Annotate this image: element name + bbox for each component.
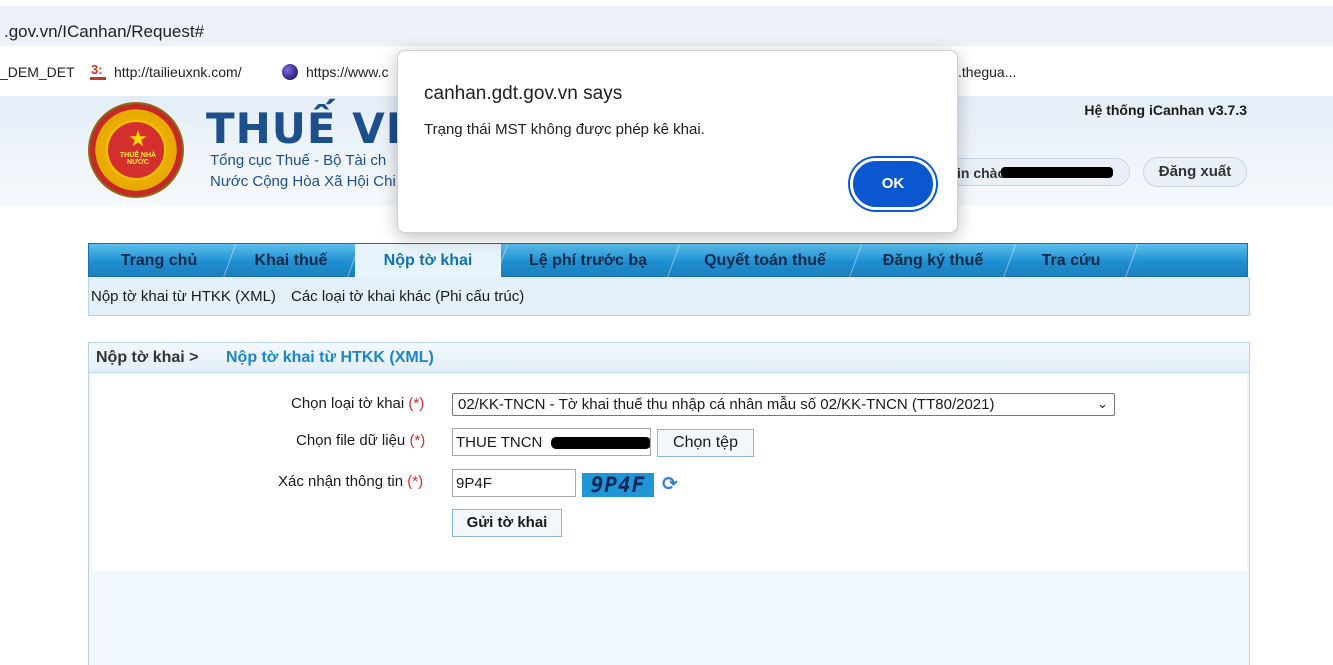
ok-button[interactable]: OK	[850, 158, 936, 210]
bookmark-label: https://www.c	[306, 64, 389, 80]
star-icon: ★	[128, 126, 148, 151]
captcha-image: 9P4F	[582, 473, 654, 497]
redacted-file-name	[551, 437, 650, 449]
declaration-type-value: 02/KK-TNCN - Tờ khai thuế thu nhập cá nh…	[458, 396, 995, 413]
main-nav: Trang chủ Khai thuế Nộp tờ khai Lệ phí t…	[88, 243, 1248, 278]
file-name-text: THUE TNCN	[456, 434, 543, 451]
bookmark-item[interactable]: _DEM_DET	[0, 64, 75, 80]
url-text[interactable]: .gov.vn/ICanhan/Request#	[4, 22, 204, 42]
emblem-text: THUẾ NHÀ NƯỚC	[119, 152, 157, 166]
required-marker: (*)	[408, 395, 425, 412]
captcha-input[interactable]: 9P4F	[452, 469, 576, 497]
address-bar[interactable]: .gov.vn/ICanhan/Request#	[0, 6, 1333, 46]
submission-form: Chọn loại tờ khai (*) 02/KK-TNCN - Tờ kh…	[91, 375, 1247, 571]
tax-emblem-logo: ★ THUẾ NHÀ NƯỚC	[88, 102, 184, 198]
globe-favicon-icon	[282, 64, 298, 80]
address-bar-area: .gov.vn/ICanhan/Request#	[0, 0, 1333, 50]
site-favicon-icon	[90, 62, 106, 80]
tab-tax-registration[interactable]: Đăng ký thuế	[857, 244, 1009, 278]
logout-button[interactable]: Đăng xuất	[1143, 157, 1247, 187]
tab-lookup[interactable]: Tra cứu	[1011, 244, 1131, 278]
site-subtitle-country: Nước Cộng Hòa Xã Hội Chi	[210, 173, 396, 190]
redacted-username	[1001, 167, 1113, 178]
tab-home[interactable]: Trang chủ	[89, 244, 229, 278]
bookmark-label: http://tailieuxnk.com/	[114, 64, 242, 80]
tab-declare-tax[interactable]: Khai thuế	[229, 244, 353, 278]
bookmark-item[interactable]: https://www.c	[282, 64, 388, 80]
breadcrumb-current: Nộp tờ khai từ HTKK (XML)	[226, 349, 434, 366]
content-panel: Nộp tờ khai > Nộp tờ khai từ HTKK (XML) …	[88, 342, 1250, 665]
breadcrumb: Nộp tờ khai > Nộp tờ khai từ HTKK (XML)	[89, 343, 1249, 373]
bookmark-label: .thegua...	[958, 64, 1017, 80]
required-marker: (*)	[407, 473, 424, 490]
dialog-title: canhan.gdt.gov.vn says	[424, 83, 623, 104]
bookmark-item[interactable]: http://tailieuxnk.com/	[90, 62, 242, 80]
sub-nav: Nộp tờ khai từ HTKK (XML) Các loại tờ kh…	[88, 277, 1250, 316]
data-file-label: Chọn file dữ liệu (*)	[296, 432, 425, 449]
system-version: Hệ thống iCanhan v3.7.3	[1084, 102, 1247, 118]
required-marker: (*)	[409, 432, 426, 449]
alert-dialog: canhan.gdt.gov.vn says Trạng thái MST kh…	[397, 50, 958, 233]
declaration-type-label-text: Chọn loại tờ khai	[291, 395, 405, 412]
declaration-type-select[interactable]: 02/KK-TNCN - Tờ khai thuế thu nhập cá nh…	[452, 393, 1115, 416]
subnav-htkk-xml[interactable]: Nộp tờ khai từ HTKK (XML)	[91, 288, 276, 305]
dialog-message: Trạng thái MST không được phép kê khai.	[424, 121, 705, 138]
chevron-down-icon: ⌄	[1097, 396, 1108, 411]
breadcrumb-parent[interactable]: Nộp tờ khai >	[96, 349, 199, 367]
subnav-other-declarations[interactable]: Các loại tờ khai khác (Phi cấu trúc)	[291, 288, 524, 305]
choose-file-button[interactable]: Chọn tệp	[657, 429, 754, 457]
refresh-icon[interactable]: ⟳	[660, 475, 680, 495]
tab-tax-finalization[interactable]: Quyết toán thuế	[675, 244, 855, 278]
declaration-type-label: Chọn loại tờ khai (*)	[291, 395, 424, 412]
tab-registration-fee[interactable]: Lệ phí trước bạ	[503, 244, 673, 278]
bookmark-item[interactable]: .thegua...	[958, 64, 1016, 80]
user-greeting: in chào	[940, 158, 1130, 186]
captcha-label: Xác nhận thông tin (*)	[278, 473, 423, 490]
emblem-inner: ★ THUẾ NHÀ NƯỚC	[106, 120, 166, 180]
tab-submit-declaration[interactable]: Nộp tờ khai	[355, 244, 501, 278]
greeting-text: in chào	[957, 165, 1007, 181]
data-file-label-text: Chọn file dữ liệu	[296, 432, 406, 449]
captcha-label-text: Xác nhận thông tin	[278, 473, 404, 490]
site-subtitle-ministry: Tổng cục Thuế - Bộ Tài ch	[210, 152, 387, 169]
selected-file-name: THUE TNCN	[452, 428, 651, 456]
browser-window: .gov.vn/ICanhan/Request# _DEM_DET http:/…	[0, 0, 1333, 665]
submit-declaration-button[interactable]: Gửi tờ khai	[452, 509, 562, 537]
bookmark-label: _DEM_DET	[0, 64, 75, 80]
